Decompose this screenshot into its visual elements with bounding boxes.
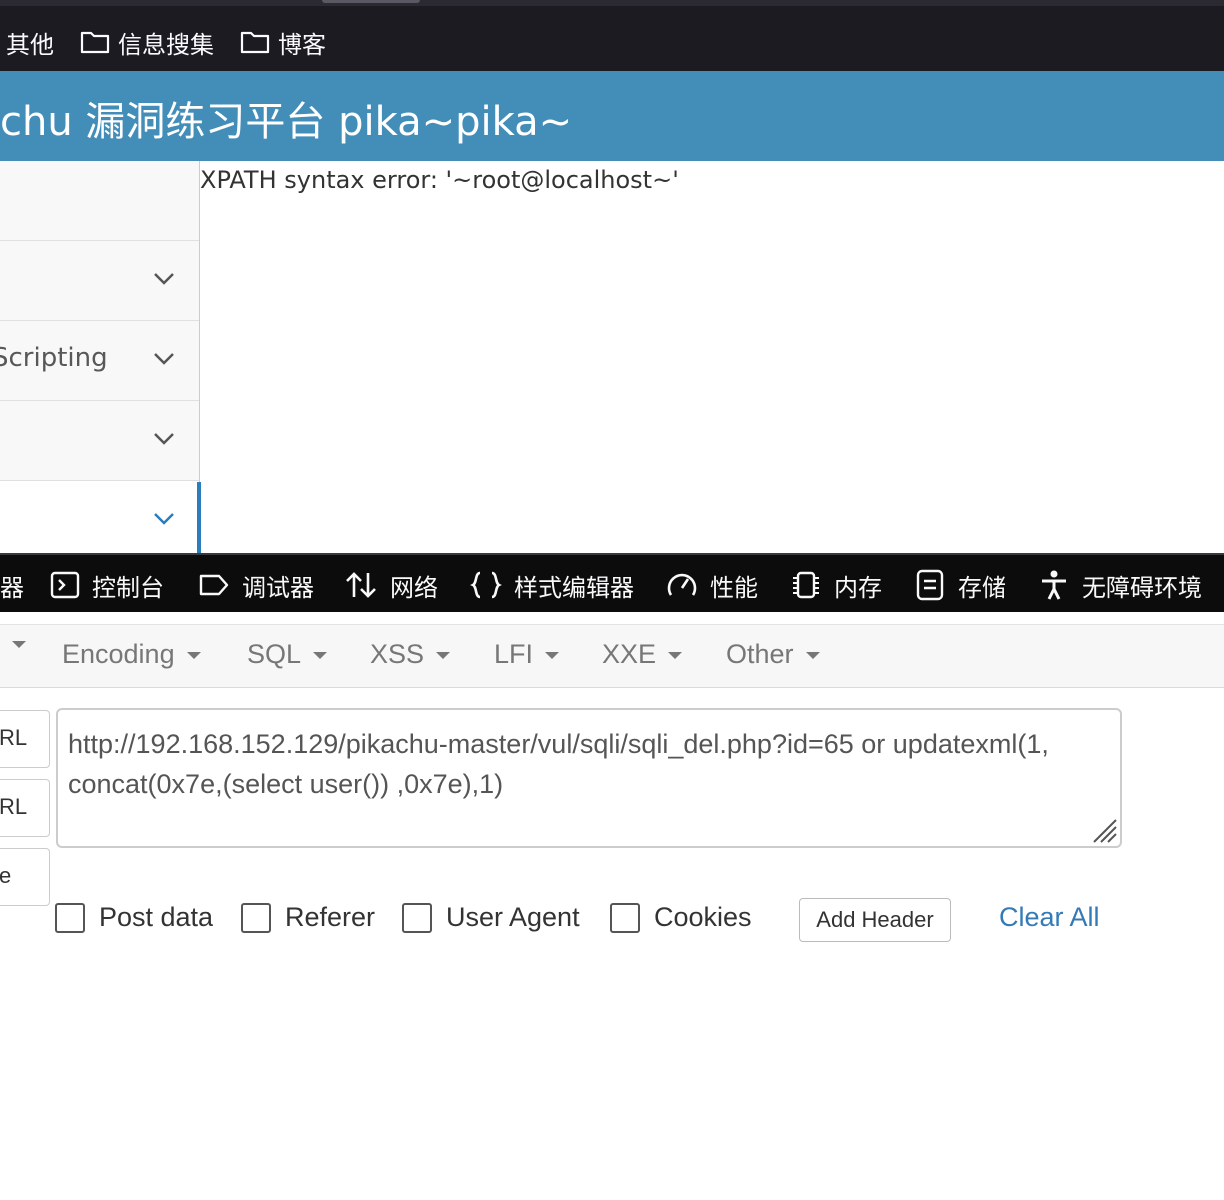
sidebar-item-1[interactable]	[0, 161, 199, 241]
referer-checkbox[interactable]: Referer	[241, 902, 375, 933]
add-header-button[interactable]: Add Header	[799, 898, 951, 942]
caret-down-icon	[436, 652, 451, 659]
tab-inspector[interactable]: 器	[0, 565, 24, 605]
tab-label: 网络	[390, 573, 438, 602]
tab-memory[interactable]: 内存	[790, 565, 882, 605]
checkbox-box[interactable]	[55, 902, 85, 933]
button-label: RL	[0, 725, 28, 750]
checkbox-label: Cookies	[654, 902, 752, 932]
bookmark-other[interactable]: 其他	[6, 24, 54, 60]
error-message: XPATH syntax error: '~root@localhost~'	[200, 166, 679, 194]
checkbox-box[interactable]	[610, 902, 640, 933]
menu-label: XXE	[602, 639, 657, 669]
hackbar-menu: Encoding SQL XSS LFI XXE Other	[0, 624, 1224, 688]
caret-down-icon	[186, 652, 201, 659]
folder-icon	[240, 31, 270, 54]
devtools-toolbar: 器 控制台 调试器 网络 样式编辑器 性能 内存 存储 无障碍环境	[0, 553, 1224, 614]
post-data-checkbox[interactable]: Post data	[55, 902, 213, 933]
tab-label: 性能	[710, 573, 758, 602]
site-header: chu 漏洞练习平台 pika~pika~	[0, 71, 1224, 161]
accessibility-icon	[1042, 570, 1066, 600]
button-label: RL	[0, 794, 28, 819]
style-editor-icon	[470, 571, 502, 599]
menu-label: Encoding	[62, 639, 175, 669]
sidebar-item-label: Scripting	[0, 343, 108, 373]
url-value[interactable]: http://192.168.152.129/pikachu-master/vu…	[68, 724, 1108, 804]
caret-down-icon	[313, 652, 328, 659]
performance-icon	[667, 573, 697, 596]
load-url-button[interactable]: RL	[0, 710, 50, 768]
sidebar-item-sqli[interactable]	[0, 481, 199, 553]
menu-encoding[interactable]: Encoding	[62, 639, 201, 670]
split-url-button[interactable]: RL	[0, 779, 50, 837]
bookmark-label: 信息搜集	[118, 30, 214, 59]
execute-button[interactable]: e	[0, 848, 50, 906]
menu-lfi[interactable]: LFI	[494, 639, 560, 670]
tab-accessibility[interactable]: 无障碍环境	[1038, 565, 1202, 605]
bookmarks-toolbar: 其他 信息搜集 博客	[0, 0, 1224, 71]
checkbox-box[interactable]	[402, 902, 432, 933]
bookmark-label: 博客	[278, 30, 326, 59]
network-icon	[346, 572, 376, 598]
tab-strip-edge	[0, 0, 1224, 6]
sidebar-item-2[interactable]	[0, 241, 199, 321]
tab-performance[interactable]: 性能	[666, 565, 758, 605]
menu-label: SQL	[247, 639, 302, 669]
menu-label: XSS	[370, 639, 425, 669]
button-label: e	[0, 863, 12, 888]
menu-xss[interactable]: XSS	[370, 639, 451, 670]
menu-label: LFI	[494, 639, 534, 669]
checkbox-label: User Agent	[446, 902, 580, 932]
tab-label: 器	[0, 573, 24, 602]
caret-down-icon	[545, 652, 560, 659]
tab-debugger[interactable]: 调试器	[198, 565, 314, 605]
tab-label: 内存	[834, 573, 882, 602]
menu-dropdown-first[interactable]	[0, 639, 26, 648]
menu-sql[interactable]: SQL	[247, 639, 328, 670]
caret-down-icon	[12, 641, 26, 648]
caret-down-icon	[668, 652, 683, 659]
sidebar: Scripting	[0, 161, 200, 553]
tab-indicator	[322, 0, 420, 3]
sidebar-item-4[interactable]	[0, 401, 199, 481]
checkbox-label: Post data	[99, 902, 214, 932]
checkbox-label: Referer	[285, 902, 376, 932]
caret-down-icon	[805, 652, 820, 659]
sidebar-item-xss[interactable]: Scripting	[0, 321, 199, 401]
tab-storage[interactable]: 存储	[914, 565, 1006, 605]
folder-icon	[80, 31, 110, 54]
clear-all-link[interactable]: Clear All	[999, 902, 1100, 933]
debugger-icon	[199, 574, 229, 596]
checkbox-box[interactable]	[241, 902, 271, 933]
chevron-down-icon	[154, 433, 174, 445]
site-title[interactable]: chu 漏洞练习平台 pika~pika~	[0, 89, 572, 147]
tab-label: 存储	[958, 573, 1006, 602]
memory-icon	[793, 571, 819, 599]
bookmark-folder-blog[interactable]: 博客	[240, 24, 326, 60]
menu-xxe[interactable]: XXE	[602, 639, 683, 670]
console-icon	[50, 571, 80, 599]
sidebar-active-indicator	[197, 482, 201, 553]
bookmark-folder-info-gathering[interactable]: 信息搜集	[80, 24, 214, 60]
chevron-down-icon	[154, 513, 174, 525]
resize-grip-icon[interactable]	[1088, 814, 1118, 844]
menu-other[interactable]: Other	[726, 639, 820, 670]
tab-network[interactable]: 网络	[344, 565, 438, 605]
tab-label: 调试器	[242, 573, 314, 602]
chevron-down-icon	[154, 273, 174, 285]
bookmark-label: 其他	[6, 30, 54, 59]
storage-icon	[916, 569, 944, 601]
hackbar-panel: Encoding SQL XSS LFI XXE Other RL RL e h…	[0, 612, 1224, 1200]
tab-label: 控制台	[92, 573, 164, 602]
user-agent-checkbox[interactable]: User Agent	[402, 902, 580, 933]
cookies-checkbox[interactable]: Cookies	[610, 902, 752, 933]
tab-style-editor[interactable]: 样式编辑器	[470, 565, 634, 605]
url-textarea[interactable]: http://192.168.152.129/pikachu-master/vu…	[56, 708, 1122, 848]
tab-console[interactable]: 控制台	[50, 565, 164, 605]
menu-label: Other	[726, 639, 794, 669]
tab-label: 样式编辑器	[514, 573, 634, 602]
tab-label: 无障碍环境	[1082, 573, 1202, 602]
chevron-down-icon	[154, 353, 174, 365]
